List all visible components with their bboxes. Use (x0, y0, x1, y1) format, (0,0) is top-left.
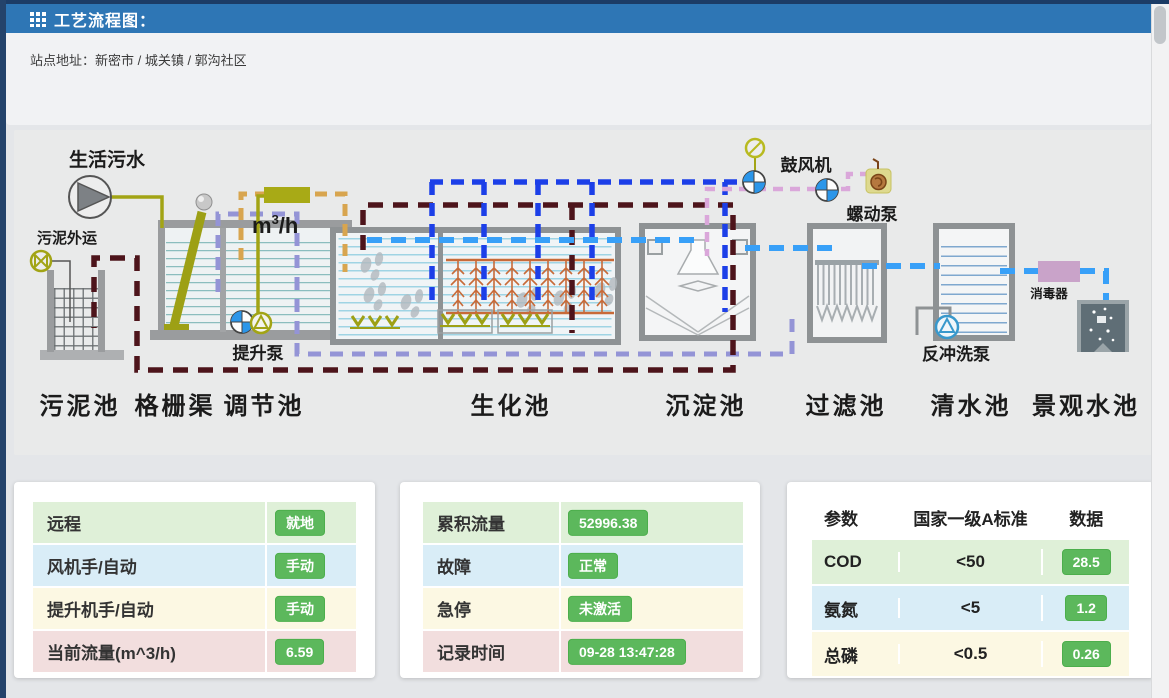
disinfector-label: 消毒器 (1030, 286, 1068, 301)
param-name: 氨氮 (812, 596, 898, 621)
tank-label-sedimentation: 沉淀池 (666, 392, 747, 420)
row-label: 远程 (33, 510, 81, 535)
tank-label-grid: 格栅渠 (135, 392, 216, 420)
row-label: 故障 (423, 553, 471, 578)
tank-label-regulating: 调节池 (224, 393, 305, 420)
backwash-pump-label: 反冲洗泵 (922, 344, 990, 364)
column-header: 参数 (812, 505, 898, 530)
scrollbar[interactable] (1151, 4, 1169, 698)
table-row: COD <50 28.5 (812, 540, 1129, 584)
grid-icon (30, 11, 46, 27)
table-row: 提升机手/自动 手动 (33, 588, 356, 629)
value-badge: 52996.38 (568, 509, 648, 535)
param-standard: <50 (898, 552, 1042, 572)
tank-label-landscape: 景观水池 (1032, 393, 1140, 420)
tank-label-sludge: 污泥池 (40, 393, 121, 420)
row-label: 累积流量 (423, 510, 505, 535)
tank-label-bio: 生化池 (471, 392, 552, 420)
value-badge: 0.26 (1062, 641, 1111, 667)
breadcrumb-panel: 站点地址：新密市 / 城关镇 / 郭沟社区 (6, 33, 1152, 125)
backwash-pump-icon (936, 316, 958, 338)
row-label: 当前流量(m^3/h) (33, 639, 176, 664)
column-header: 数据 (1043, 505, 1129, 530)
table-row: 风机手/自动 手动 (33, 545, 356, 586)
row-label: 急停 (423, 596, 471, 621)
value-badge: 6.59 (275, 638, 324, 664)
table-row: 急停 未激活 (423, 588, 743, 629)
status-badge: 手动 (275, 552, 325, 578)
value-badge: 28.5 (1062, 549, 1111, 575)
status-badge: 手动 (275, 595, 325, 621)
water-quality-card: 参数 国家一级A标准 数据 COD <50 28.5 氨氮 <5 1.2 总磷 … (787, 482, 1154, 678)
tank-label-clean: 清水池 (931, 393, 1012, 420)
param-name: 总磷 (812, 642, 898, 667)
timestamp-badge: 09-28 13:47:28 (568, 638, 686, 664)
status-panel-card: 累积流量 52996.38 故障 正常 急停 未激活 记录时间 09-28 13… (400, 482, 760, 678)
blower-valve-icon (746, 139, 764, 157)
blower-fan-icon (743, 171, 765, 193)
tank-label-filter: 过滤池 (806, 393, 887, 420)
lift-fan-icon (231, 311, 253, 333)
blower-label: 鼓风机 (781, 155, 832, 175)
process-flow-diagram: 生活污水 污泥外运 m3/h 提升泵 鼓风机 螺动泵 反冲洗泵 消毒器 污泥池 … (14, 130, 1154, 455)
disinfector-box (1038, 261, 1080, 282)
column-header: 国家一级A标准 (898, 505, 1044, 530)
tank-biochemical (333, 230, 618, 342)
row-label: 提升机手/自动 (33, 596, 154, 621)
table-row: 故障 正常 (423, 545, 743, 586)
table-row: 氨氮 <5 1.2 (812, 586, 1129, 630)
tank-clean-water (917, 226, 1012, 338)
table-row: 远程 就地 (33, 502, 356, 543)
inlet-label: 生活污水 (69, 148, 146, 171)
screw-pump-label: 螺动泵 (847, 205, 898, 224)
screw-pump-icon (866, 159, 891, 193)
param-standard: <5 (898, 598, 1042, 618)
param-name: COD (812, 552, 898, 572)
status-badge: 正常 (568, 552, 618, 578)
flow-meter (264, 187, 310, 203)
lift-pump-label: 提升泵 (233, 344, 284, 363)
scrollbar-thumb[interactable] (1154, 6, 1166, 44)
table-row: 累积流量 52996.38 (423, 502, 743, 543)
table-row: 当前流量(m^3/h) 6.59 (33, 631, 356, 672)
inlet-pump-icon (69, 176, 111, 218)
row-label: 记录时间 (423, 639, 505, 664)
tank-landscape (1077, 300, 1129, 352)
status-badge: 未激活 (568, 595, 632, 621)
param-standard: <0.5 (898, 644, 1042, 664)
table-row: 记录时间 09-28 13:47:28 (423, 631, 743, 672)
page-header: 工艺流程图： (6, 4, 1152, 33)
blower-fan2-icon (816, 179, 838, 201)
sludge-out-label: 污泥外运 (37, 229, 97, 247)
tank-filter (810, 226, 884, 340)
tank-sludge (40, 270, 124, 360)
row-label: 风机手/自动 (33, 553, 137, 578)
page-title: 工艺流程图： (54, 7, 156, 31)
sludge-valve-icon (31, 251, 51, 271)
table-header-row: 参数 国家一级A标准 数据 (812, 495, 1129, 540)
breadcrumb: 站点地址：新密市 / 城关镇 / 郭沟社区 (30, 50, 247, 69)
table-row: 总磷 <0.5 0.26 (812, 632, 1129, 676)
value-badge: 1.2 (1065, 595, 1106, 621)
status-badge: 就地 (275, 509, 325, 535)
control-panel-card: 远程 就地 风机手/自动 手动 提升机手/自动 手动 当前流量(m^3/h) 6… (14, 482, 375, 678)
lift-pump-icon (251, 313, 271, 333)
